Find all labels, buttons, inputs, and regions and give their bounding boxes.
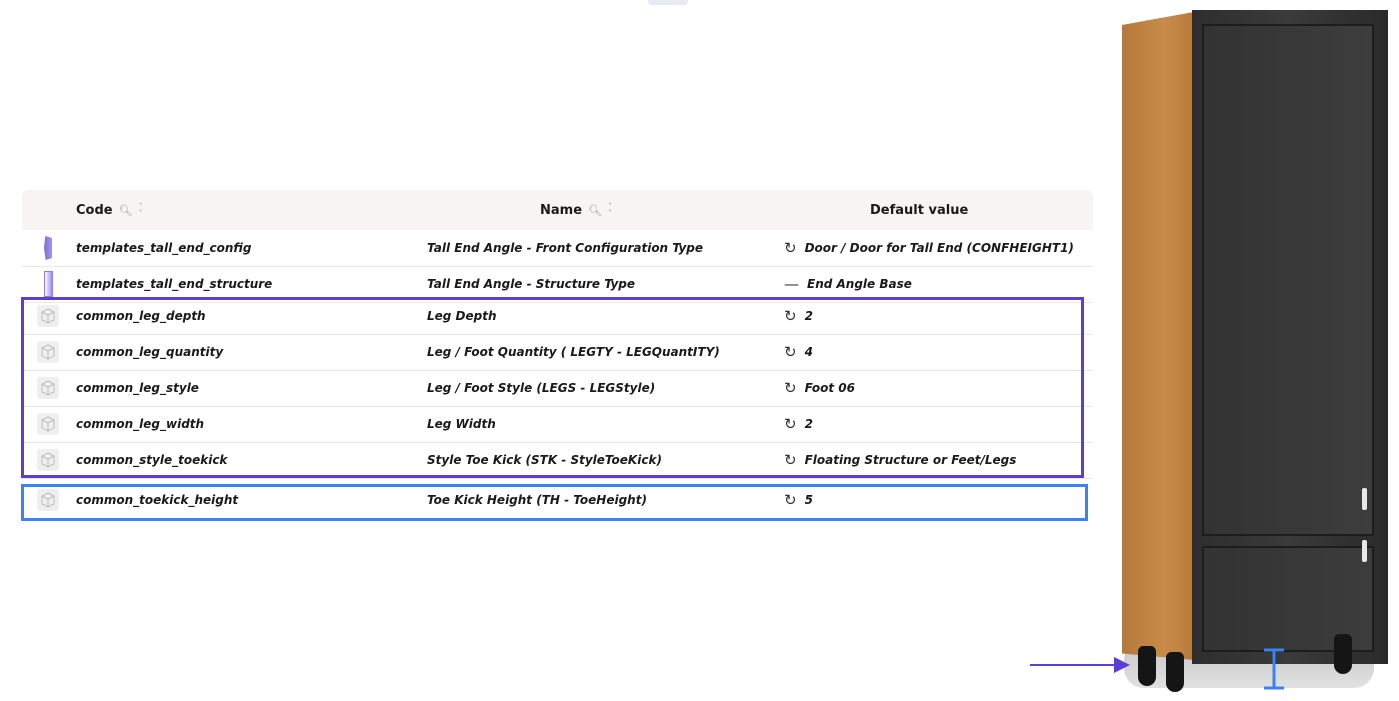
sort-icon[interactable]: ˄ ˅ [608, 203, 612, 218]
cabinet-thumbnail-icon [44, 236, 52, 260]
dash-icon: — [784, 275, 799, 293]
search-icon[interactable]: 🔍︎ [588, 204, 602, 217]
cabinet-leg [1138, 646, 1156, 686]
header-code[interactable]: Code 🔍︎ ˄ ˅ [76, 190, 143, 230]
door-handle [1362, 540, 1367, 562]
parameters-table: Code 🔍︎ ˄ ˅ Name 🔍︎ ˄ ˅ Default value temp… [22, 190, 1093, 511]
cabinet-thumbnail-icon [43, 271, 53, 297]
cabinet-side-panel [1122, 12, 1194, 660]
header-default-value: Default value [870, 190, 968, 230]
sort-icon[interactable]: ˄ ˅ [139, 203, 143, 218]
toekick-height-marker-icon [1264, 648, 1284, 690]
header-default-label: Default value [870, 202, 969, 218]
name-cell: Tall End Angle - Front Configuration Typ… [427, 241, 704, 255]
search-icon[interactable]: 🔍︎ [119, 204, 133, 217]
table-row[interactable]: templates_tall_end_config Tall End Angle… [22, 230, 1093, 267]
reset-icon[interactable]: ↻ [784, 239, 797, 257]
default-cell: ↻ Door / Door for Tall End (CONFHEIGHT1) [784, 230, 1074, 266]
door-handle [1362, 488, 1367, 510]
top-tab-indicator [648, 0, 688, 5]
header-code-label: Code [76, 202, 113, 218]
default-value: End Angle Base [807, 277, 912, 291]
thumbnail [34, 230, 62, 266]
cabinet-leg [1166, 652, 1184, 692]
code-cell: templates_tall_end_config [76, 241, 252, 255]
leg-pointer-arrow-icon [1030, 657, 1130, 673]
header-name-label: Name [540, 202, 583, 218]
cabinet-preview [1104, 0, 1394, 701]
header-name[interactable]: Name 🔍︎ ˄ ˅ [540, 190, 612, 230]
table-header: Code 🔍︎ ˄ ˅ Name 🔍︎ ˄ ˅ Default value [22, 190, 1093, 230]
leg-parameters-highlight [21, 297, 1084, 478]
default-value: Door / Door for Tall End (CONFHEIGHT1) [804, 241, 1074, 255]
toekick-height-highlight [21, 484, 1088, 521]
cabinet-leg [1334, 634, 1352, 674]
upper-door [1202, 24, 1374, 536]
